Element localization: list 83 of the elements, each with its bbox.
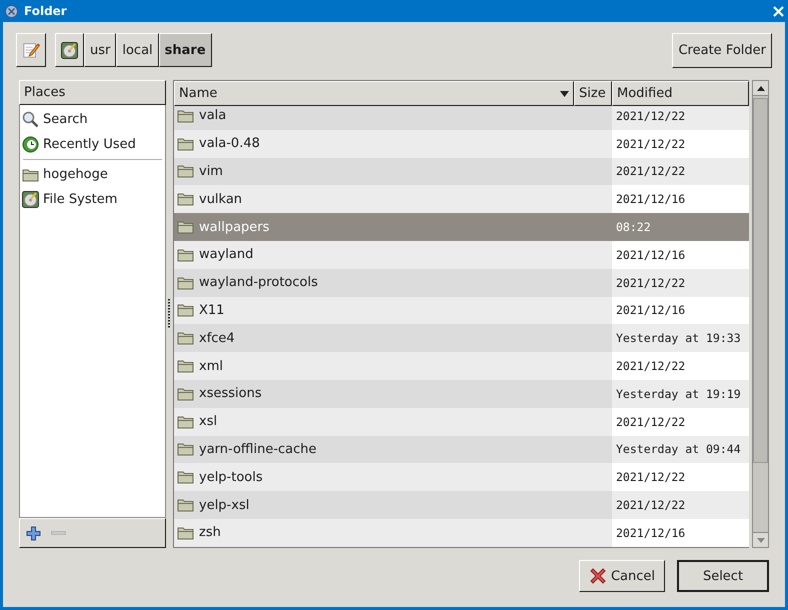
file-name: vala-0.48 (199, 136, 260, 152)
folder-icon (177, 248, 194, 262)
folder-icon (177, 276, 194, 290)
column-header[interactable]: Size (574, 81, 612, 106)
window-title: Folder (24, 4, 68, 18)
file-name: xsessions (199, 386, 262, 402)
cancel-icon (588, 567, 607, 585)
cancel-button[interactable]: Cancel (579, 560, 665, 592)
create-folder-button[interactable]: Create Folder (672, 32, 772, 68)
edit-location-button[interactable] (16, 33, 46, 67)
folder-icon (177, 164, 194, 178)
file-name: zsh (199, 525, 221, 540)
modified-date: 2021/12/16 (616, 248, 686, 262)
places-header[interactable]: Places (19, 80, 166, 105)
folder-icon (177, 442, 194, 456)
place-item[interactable]: Recently Used (20, 132, 165, 157)
sort-arrow-icon (560, 90, 569, 96)
folder-icon (177, 303, 194, 318)
file-name: vulkan (199, 192, 242, 207)
place-label: Recently Used (43, 137, 136, 152)
place-label: File System (43, 192, 118, 207)
folder-icon (177, 192, 194, 206)
file-name: wayland (199, 247, 254, 262)
window-icon (5, 4, 18, 18)
folder-icon (22, 168, 39, 182)
modified-date: Yesterday at 19:19 (616, 386, 741, 401)
file-name: yelp-tools (199, 470, 263, 485)
file-name: xfce4 (199, 330, 235, 346)
modified-date: Yesterday at 19:33 (616, 331, 741, 346)
file-name: yarn-offline-cache (199, 442, 317, 457)
folder-icon (177, 526, 194, 540)
path-button[interactable]: usr (84, 33, 116, 67)
clock-icon (22, 136, 39, 153)
modified-date: 2021/12/16 (616, 192, 686, 206)
root-path-button[interactable] (55, 33, 84, 67)
path-button[interactable]: local (116, 33, 159, 67)
folder-icon (177, 220, 194, 234)
pane-handle[interactable] (168, 298, 171, 330)
file-name: vim (199, 164, 223, 179)
modified-date: 2021/12/22 (616, 276, 686, 290)
file-name: yelp-xsl (199, 498, 250, 513)
modified-date: 2021/12/22 (616, 359, 686, 374)
folder-icon (177, 331, 194, 346)
file-name: wallpapers (199, 220, 270, 235)
close-icon[interactable] (773, 6, 784, 16)
scrollbar[interactable] (752, 80, 769, 548)
place-label: hogehoge (43, 167, 108, 182)
modified-date: 2021/12/22 (616, 164, 686, 178)
file-name: vala (199, 108, 226, 124)
folder-icon (177, 136, 194, 151)
path-button[interactable]: share (158, 33, 212, 67)
add-icon[interactable] (26, 526, 41, 540)
file-name: xml (199, 358, 223, 374)
modified-date: 2021/12/22 (616, 498, 686, 512)
modified-date: Yesterday at 09:44 (616, 442, 741, 456)
folder-icon (177, 414, 194, 429)
scroll-up-icon[interactable] (756, 86, 764, 90)
folder-icon (177, 498, 194, 512)
modified-date: 2021/12/22 (616, 136, 686, 151)
modified-date: 2021/12/22 (616, 414, 686, 429)
drive-icon (22, 191, 39, 208)
column-header[interactable]: Modified (612, 81, 749, 106)
modified-date: 2021/12/16 (616, 303, 686, 318)
folder-icon (177, 470, 194, 484)
modified-date: 2021/12/16 (616, 526, 686, 540)
place-item[interactable]: File System (20, 187, 165, 212)
file-name: wayland-protocols (199, 275, 318, 290)
place-label: Search (43, 112, 88, 127)
scroll-down-icon[interactable] (756, 538, 764, 542)
modified-date: 2021/12/22 (616, 470, 686, 484)
drive-icon (61, 42, 78, 58)
folder-icon (177, 108, 194, 123)
search-icon (22, 111, 39, 128)
file-name: xsl (199, 414, 218, 430)
modified-date: 08:22 (616, 220, 651, 234)
folder-icon (177, 386, 194, 401)
place-item[interactable]: hogehoge (20, 162, 165, 187)
column-header[interactable]: Name (174, 81, 574, 106)
select-button[interactable]: Select (677, 560, 769, 592)
modified-date: 2021/12/22 (616, 108, 686, 123)
place-item[interactable]: Search (20, 107, 165, 132)
file-name: X11 (199, 302, 224, 318)
folder-icon (177, 359, 194, 374)
